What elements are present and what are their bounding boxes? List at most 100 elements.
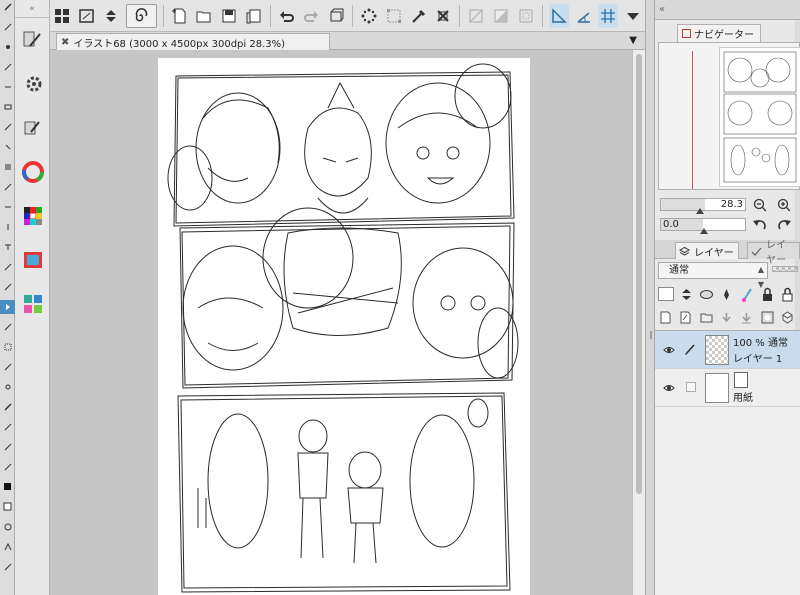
canvas-area[interactable]	[50, 50, 632, 595]
brush-size-icon[interactable]	[15, 106, 50, 150]
convert-icon[interactable]	[515, 4, 536, 28]
document-tab[interactable]: ✖ イラスト68 (3000 x 4500px 300dpi 28.3%)	[56, 33, 330, 50]
edit-pen-icon[interactable]	[683, 342, 697, 356]
manga-page[interactable]	[158, 58, 530, 595]
tab-layer-property[interactable]: レイヤー	[747, 240, 800, 266]
text-tool-icon[interactable]	[0, 240, 15, 254]
frame-tool-icon[interactable]	[0, 200, 15, 214]
canvas-scrollbar[interactable]	[632, 50, 645, 595]
move-tool-icon[interactable]	[0, 300, 15, 314]
transform-icon[interactable]	[326, 4, 347, 28]
hand-tool-icon[interactable]	[0, 460, 15, 474]
pen-tool-icon[interactable]	[0, 0, 15, 14]
redo-icon[interactable]	[301, 4, 322, 28]
clip-layer-icon[interactable]	[699, 285, 714, 303]
dock-collapse-icon[interactable]: «	[15, 0, 49, 18]
loading-icon[interactable]	[359, 4, 380, 28]
opacity-checker[interactable]	[772, 266, 798, 272]
tab-menu-icon[interactable]: ▼	[629, 35, 637, 46]
ruler-snap-icon[interactable]	[548, 3, 570, 28]
fill-tool-icon[interactable]	[0, 140, 15, 154]
zoom-out-icon[interactable]	[752, 197, 768, 213]
brush-tool-icon[interactable]	[0, 40, 15, 54]
brush2-tool-icon[interactable]	[0, 440, 15, 454]
spiral-icon[interactable]	[125, 3, 157, 28]
pen2-tool-icon[interactable]	[0, 420, 15, 434]
shape-tool-icon[interactable]	[0, 560, 15, 574]
scroll-thumb[interactable]	[636, 54, 642, 494]
eye-icon[interactable]	[663, 344, 675, 356]
panel-splitter[interactable]: ‖	[645, 0, 655, 595]
zoom-in-icon[interactable]	[776, 197, 792, 213]
new-vector-layer-icon[interactable]	[678, 308, 693, 326]
ruler-tool-icon[interactable]	[0, 220, 15, 234]
color-set-icon[interactable]	[15, 194, 50, 238]
balloon-tool-icon[interactable]	[0, 260, 15, 274]
color-sub-icon[interactable]	[0, 500, 15, 514]
layer-row[interactable]: 用紙	[655, 369, 800, 407]
blend-mode-select[interactable]: 通常 ▲ ▼	[658, 262, 768, 289]
zoom-slider-knob[interactable]	[696, 208, 704, 214]
dropdown-icon[interactable]	[622, 4, 643, 28]
airbrush-tool-icon[interactable]	[0, 60, 15, 74]
animation-film-icon[interactable]	[15, 238, 50, 282]
color-main-icon[interactable]	[0, 480, 15, 494]
splitter-grip-icon[interactable]: ‖	[649, 330, 653, 339]
mask-icon[interactable]	[759, 308, 774, 326]
merge-down-icon[interactable]	[739, 308, 754, 326]
clip-stepper-icon[interactable]	[679, 285, 694, 303]
rotate-left-icon[interactable]	[752, 217, 768, 233]
navigator-preview[interactable]	[658, 42, 800, 190]
transparent-color-icon[interactable]	[0, 520, 15, 534]
tab-navigator[interactable]: ナビゲーター	[677, 24, 761, 42]
layer-row[interactable]: 100 % 通常 レイヤー 1	[655, 331, 800, 369]
new-raster-layer-icon[interactable]	[658, 308, 673, 326]
eyedropper-tool-icon[interactable]	[0, 400, 15, 414]
rotate-right-icon[interactable]	[776, 217, 792, 233]
delete-layer-icon[interactable]	[780, 308, 795, 326]
color-wheel-icon[interactable]	[15, 150, 50, 194]
transfer-down-icon[interactable]	[719, 308, 734, 326]
open-file-icon[interactable]	[194, 4, 215, 28]
close-tab-icon[interactable]: ✖	[61, 37, 69, 48]
select-all-icon[interactable]	[384, 4, 405, 28]
crop-icon[interactable]	[466, 4, 487, 28]
save-icon[interactable]	[219, 4, 240, 28]
lock-transparent-icon[interactable]	[780, 285, 795, 303]
special-ruler-icon[interactable]	[573, 4, 594, 28]
decoration-tool-icon[interactable]	[0, 80, 15, 94]
letter-tool-icon[interactable]	[0, 540, 15, 554]
lock-icon[interactable]	[760, 285, 775, 303]
lasso-tool-icon[interactable]	[0, 360, 15, 374]
new-file-icon[interactable]	[170, 4, 191, 28]
subtool-icon[interactable]	[15, 18, 50, 62]
gradient-icon[interactable]	[491, 4, 512, 28]
panel-collapse-icon[interactable]: «	[655, 0, 800, 20]
canvas-menu-icon[interactable]	[77, 4, 98, 28]
deselect-icon[interactable]	[433, 4, 454, 28]
new-folder-icon[interactable]	[699, 308, 714, 326]
operation-tool-icon[interactable]	[0, 320, 15, 334]
eraser-tool-icon[interactable]	[0, 100, 15, 114]
figure-tool-icon[interactable]	[0, 180, 15, 194]
tool-property-icon[interactable]	[15, 62, 50, 106]
grid-icon[interactable]	[52, 4, 73, 28]
gradient-tool-icon[interactable]	[0, 160, 15, 174]
grid-snap-icon[interactable]	[597, 3, 619, 28]
reference-layer-icon[interactable]	[719, 285, 734, 303]
rotation-slider-knob[interactable]	[700, 228, 708, 234]
undo-icon[interactable]	[277, 4, 298, 28]
duplicate-icon[interactable]	[243, 4, 264, 28]
blend-tool-icon[interactable]	[0, 120, 15, 134]
navigator-thumbnail[interactable]	[719, 47, 800, 187]
draft-layer-icon[interactable]	[740, 285, 755, 303]
auto-select-tool-icon[interactable]	[0, 380, 15, 394]
correct-line-tool-icon[interactable]	[0, 280, 15, 294]
pencil-tool-icon[interactable]	[0, 20, 15, 34]
tab-layer[interactable]: レイヤー	[675, 242, 739, 259]
eyedropper-icon[interactable]	[408, 4, 429, 28]
layer-checkbox[interactable]	[686, 382, 696, 392]
layer-color-icon[interactable]	[658, 285, 674, 303]
selection-tool-icon[interactable]	[0, 340, 15, 354]
eye-icon[interactable]	[663, 382, 675, 394]
